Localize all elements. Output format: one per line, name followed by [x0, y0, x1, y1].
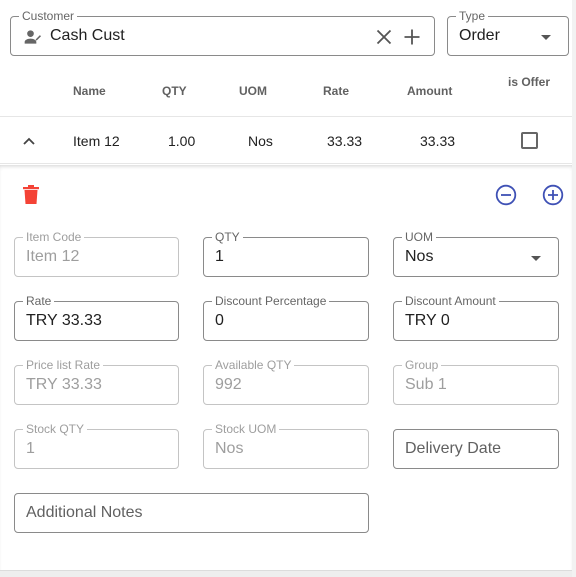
customer-value: Cash Cust [50, 27, 125, 44]
qty-value: 1 [215, 248, 224, 265]
price-list-rate-field: Price list Rate TRY 33.33 [14, 358, 179, 405]
header-name: Name [73, 84, 106, 98]
customer-field[interactable]: Customer Cash Cust [10, 9, 435, 56]
discount-amount-value: TRY 0 [405, 312, 450, 329]
discount-amount-field[interactable]: Discount Amount TRY 0 [393, 294, 559, 341]
uom-select[interactable]: UOM Nos [393, 230, 559, 277]
close-icon[interactable] [374, 27, 394, 47]
row-name: Item 12 [73, 133, 120, 149]
additional-notes-placeholder: Additional Notes [26, 504, 143, 521]
panel-bottom-divider [0, 570, 576, 577]
chevron-down-icon [531, 256, 541, 261]
stock-uom-value: Nos [215, 440, 244, 457]
chevron-up-icon[interactable] [21, 133, 37, 149]
qty-field[interactable]: QTY 1 [203, 230, 369, 277]
additional-notes-field[interactable]: Additional Notes [14, 493, 369, 533]
header-uom: UOM [239, 84, 267, 98]
row-qty: 1.00 [168, 133, 196, 149]
items-table-header: Name QTY UOM Rate Amount is Offer [0, 66, 572, 116]
stock-qty-value: 1 [26, 440, 35, 457]
plus-circle-icon[interactable] [542, 184, 564, 206]
trash-icon[interactable] [22, 185, 40, 205]
row-amount: 33.33 [420, 133, 456, 149]
discount-percentage-label: Discount Percentage [212, 294, 330, 308]
type-select[interactable]: Type Order [447, 9, 569, 56]
item-code-field: Item Code Item 12 [14, 230, 179, 277]
stock-uom-field: Stock UOM Nos [203, 422, 369, 469]
available-qty-field: Available QTY 992 [203, 358, 369, 405]
is-offer-checkbox[interactable] [521, 132, 538, 149]
group-value: Sub 1 [405, 376, 447, 393]
account-edit-icon [23, 27, 43, 47]
header-qty: QTY [162, 84, 187, 98]
stock-qty-field: Stock QTY 1 [14, 422, 179, 469]
uom-value: Nos [405, 248, 434, 265]
rate-value: TRY 33.33 [26, 312, 102, 329]
price-list-rate-value: TRY 33.33 [26, 376, 102, 393]
delivery-date-placeholder: Delivery Date [405, 440, 502, 457]
plus-icon[interactable] [402, 27, 422, 47]
discount-percentage-field[interactable]: Discount Percentage 0 [203, 294, 369, 341]
type-value: Order [459, 27, 500, 44]
table-row[interactable]: Item 12 1.00 Nos 33.33 33.33 [0, 116, 572, 164]
header-amount: Amount [407, 84, 453, 98]
row-rate: 33.33 [327, 133, 363, 149]
group-field: Group Sub 1 [393, 358, 559, 405]
header-rate: Rate [323, 84, 350, 98]
delivery-date-field[interactable]: Delivery Date [393, 429, 559, 469]
chevron-down-icon [541, 35, 551, 40]
rate-field[interactable]: Rate TRY 33.33 [14, 294, 179, 341]
scrollbar-track[interactable] [572, 0, 576, 577]
row-uom: Nos [248, 133, 273, 149]
header-is-offer: is Offer [508, 75, 551, 89]
minus-circle-icon[interactable] [495, 184, 517, 206]
item-code-value: Item 12 [26, 248, 80, 265]
available-qty-value: 992 [215, 376, 242, 393]
discount-percentage-value: 0 [215, 312, 224, 329]
